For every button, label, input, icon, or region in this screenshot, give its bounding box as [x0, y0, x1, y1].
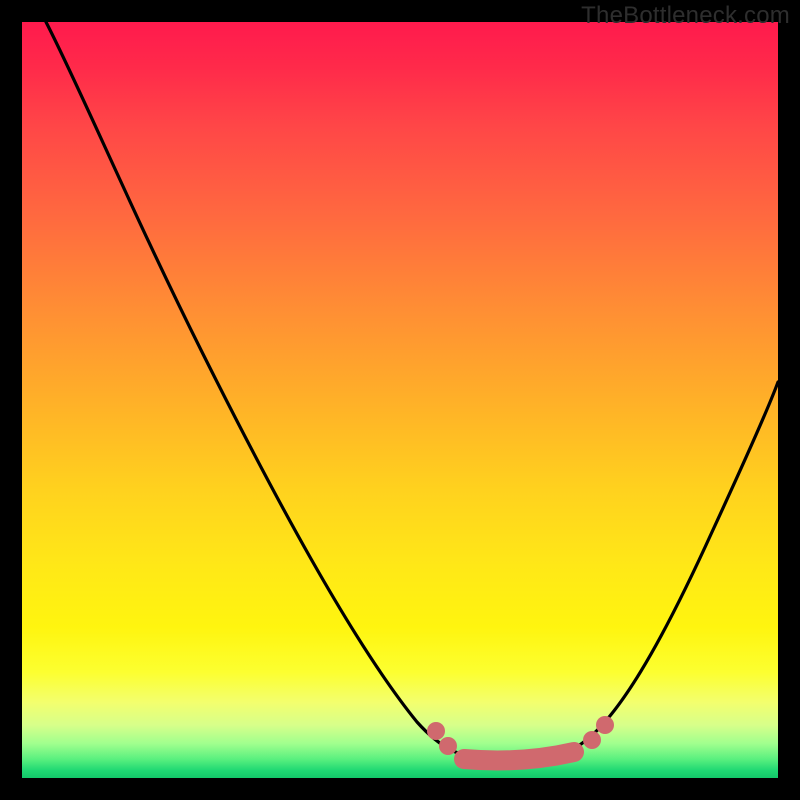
chart-frame: TheBottleneck.com: [0, 0, 800, 800]
marker-dot: [583, 731, 601, 749]
chart-svg: [22, 22, 778, 778]
plot-area: [22, 22, 778, 778]
marker-dot: [427, 722, 445, 740]
marker-dot: [439, 737, 457, 755]
v-curve: [46, 22, 778, 761]
marker-band: [464, 752, 574, 760]
marker-dot: [596, 716, 614, 734]
watermark-text: TheBottleneck.com: [581, 2, 790, 30]
